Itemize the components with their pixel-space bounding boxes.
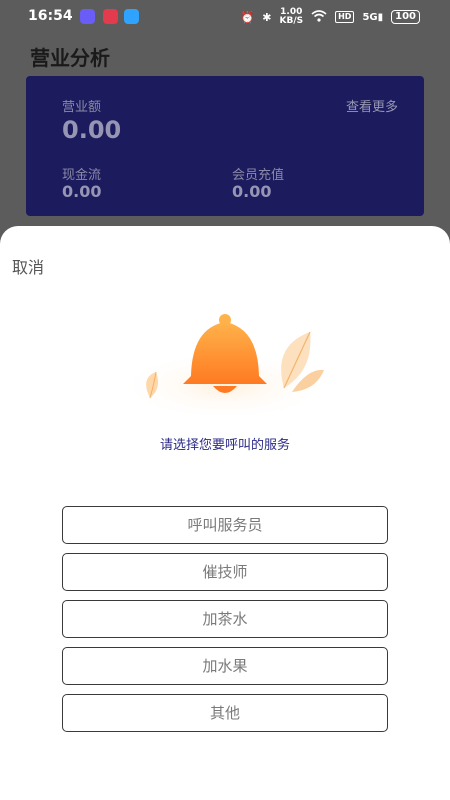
urge-technician-button[interactable]: 催技师	[62, 553, 388, 591]
add-fruit-button[interactable]: 加水果	[62, 647, 388, 685]
call-service-sheet: 取消 请选择您要呼叫的服务 呼叫服务员 催技师 加茶水 加水果 其他	[0, 226, 450, 800]
video-app-icon	[103, 9, 118, 24]
battery-icon: 100	[391, 10, 420, 24]
cash-flow-label: 现金流	[62, 168, 102, 183]
bell-icon	[117, 314, 333, 422]
bluetooth-icon: ✱	[262, 10, 272, 24]
member-recharge-value: 0.00	[232, 182, 272, 201]
alarm-icon: ⏰	[240, 10, 255, 24]
other-button[interactable]: 其他	[62, 694, 388, 732]
revenue-label: 营业额	[62, 100, 102, 115]
prompt-text: 请选择您要呼叫的服务	[159, 438, 290, 453]
add-tea-button[interactable]: 加茶水	[62, 600, 388, 638]
status-bar: 16:54 ⏰ ✱ 1.00 KB/S HD 5G▮ 100	[0, 0, 450, 34]
signal-label: 5G	[362, 11, 378, 23]
hd-badge: HD	[335, 11, 355, 23]
status-indicators: ⏰ ✱ 1.00 KB/S HD 5G▮ 100	[241, 8, 420, 26]
view-more-link[interactable]: 查看更多	[346, 96, 398, 115]
notification-app-icon	[80, 9, 95, 24]
cancel-button[interactable]: 取消	[12, 254, 44, 278]
service-option-list: 呼叫服务员 催技师 加茶水 加水果 其他	[62, 506, 388, 741]
wifi-icon	[311, 9, 327, 25]
network-speed: 1.00 KB/S	[279, 8, 303, 26]
page-title: 营业分析	[30, 46, 110, 70]
call-waiter-button[interactable]: 呼叫服务员	[62, 506, 388, 544]
network-speed-unit: KB/S	[279, 16, 304, 26]
stats-card: 营业额 0.00 查看更多 现金流 0.00 会员充值 0.00	[26, 76, 424, 216]
cash-flow-value: 0.00	[62, 182, 102, 201]
play-store-icon	[124, 9, 139, 24]
member-recharge-label: 会员充值	[232, 168, 285, 183]
signal-icon: 5G▮	[362, 11, 384, 23]
status-time: 16:54	[28, 8, 73, 24]
revenue-value: 0.00	[62, 116, 122, 144]
